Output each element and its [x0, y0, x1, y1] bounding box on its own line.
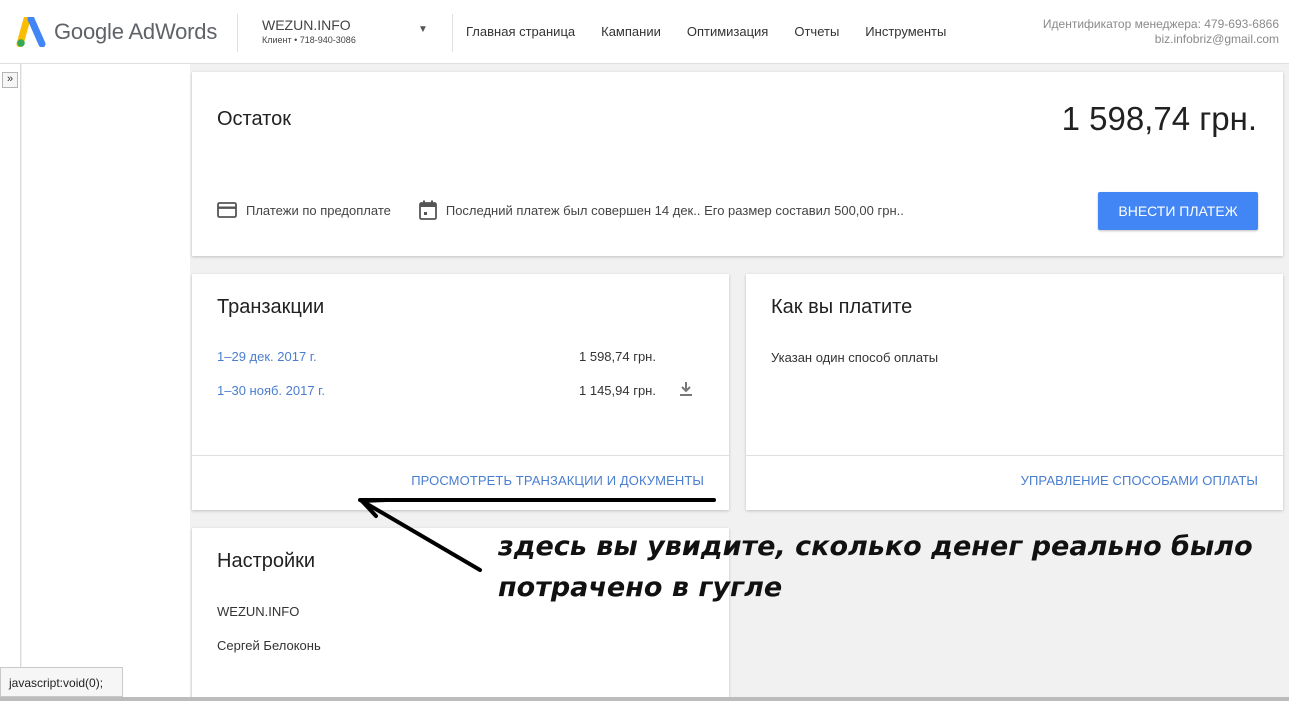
manager-id: Идентификатор менеджера: 479-693-6866	[1042, 17, 1279, 31]
transaction-amount: 1 598,74 грн.	[579, 349, 656, 364]
account-name: WEZUN.INFO	[262, 17, 351, 33]
manager-info: Идентификатор менеджера: 479-693-6866 bi…	[1043, 17, 1279, 47]
browser-status-bar: javascript:void(0);	[0, 667, 123, 697]
table-row: 1–29 дек. 2017 г. 1 598,74 грн.	[217, 349, 697, 364]
transaction-amount: 1 145,94 грн.	[579, 383, 656, 398]
credit-card-icon	[217, 202, 237, 218]
annotation-line: здесь вы увидите, сколько денег реально …	[498, 531, 1253, 562]
logo-text: Google AdWords	[54, 19, 218, 44]
payment-method-title: Как вы платите	[771, 296, 913, 318]
settings-account: WEZUN.INFO	[217, 604, 300, 619]
download-icon[interactable]	[679, 381, 693, 400]
last-payment-text: Последний платеж был совершен 14 дек.. Е…	[445, 202, 904, 218]
balance-card: Остаток 1 598,74 грн. Платежи по предопл…	[192, 72, 1283, 256]
view-transactions-link[interactable]: ПРОСМОТРЕТЬ ТРАНЗАКЦИИ И ДОКУМЕНТЫ	[411, 473, 704, 488]
adwords-logo-icon	[16, 17, 46, 47]
prepay-label: Платежи по предоплате	[246, 202, 391, 218]
card-divider	[192, 455, 729, 456]
nav-campaigns[interactable]: Кампании	[601, 24, 661, 39]
header-divider	[452, 14, 453, 52]
account-id: Клиент • 718-940-3086	[262, 35, 356, 45]
chevron-down-icon[interactable]: ▼	[418, 24, 428, 35]
annotation-text: здесь вы увидите, сколько денег реально …	[498, 526, 1258, 608]
blank-panel	[22, 64, 190, 701]
balance-title: Остаток	[217, 108, 291, 130]
transactions-title: Транзакции	[217, 296, 325, 318]
balance-info: Платежи по предоплате Последний платеж б…	[217, 200, 904, 220]
settings-title: Настройки	[217, 550, 316, 572]
nav-tools[interactable]: Инструменты	[865, 24, 946, 39]
sidebar	[0, 64, 21, 701]
make-payment-button[interactable]: ВНЕСТИ ПЛАТЕЖ	[1098, 192, 1258, 230]
transaction-date-link[interactable]: 1–29 дек. 2017 г.	[217, 349, 317, 364]
settings-owner-name: Сергей Белоконь	[217, 638, 321, 653]
top-bar: Google AdWords WEZUN.INFO Клиент • 718-9…	[0, 0, 1289, 64]
adwords-logo[interactable]: Google AdWords	[16, 14, 217, 50]
nav-reports[interactable]: Отчеты	[794, 24, 839, 39]
expand-sidebar-button[interactable]: »	[2, 72, 18, 88]
calendar-icon	[418, 200, 437, 220]
header-divider	[237, 14, 238, 52]
manager-email[interactable]: biz.infobriz@gmail.com	[1043, 32, 1279, 47]
account-selector[interactable]: WEZUN.INFO Клиент • 718-940-3086	[262, 17, 356, 45]
payment-method-text: Указан один способ оплаты	[771, 350, 939, 365]
transactions-card: Транзакции 1–29 дек. 2017 г. 1 598,74 гр…	[192, 274, 729, 510]
nav-home[interactable]: Главная страница	[466, 24, 575, 39]
transaction-date-link[interactable]: 1–30 нояб. 2017 г.	[217, 383, 325, 398]
main-nav: Главная страница Кампании Оптимизация От…	[466, 24, 972, 39]
card-divider	[746, 455, 1283, 456]
nav-optimization[interactable]: Оптимизация	[687, 24, 769, 39]
annotation-line: потрачено в гугле	[498, 572, 783, 603]
table-row: 1–30 нояб. 2017 г. 1 145,94 грн.	[217, 381, 697, 400]
manage-payment-methods-link[interactable]: УПРАВЛЕНИЕ СПОСОБАМИ ОПЛАТЫ	[1021, 473, 1258, 488]
payment-method-card: Как вы платите Указан один способ оплаты…	[746, 274, 1283, 510]
balance-amount: 1 598,74 грн.	[1061, 100, 1257, 137]
taskbar-edge	[0, 697, 1289, 701]
